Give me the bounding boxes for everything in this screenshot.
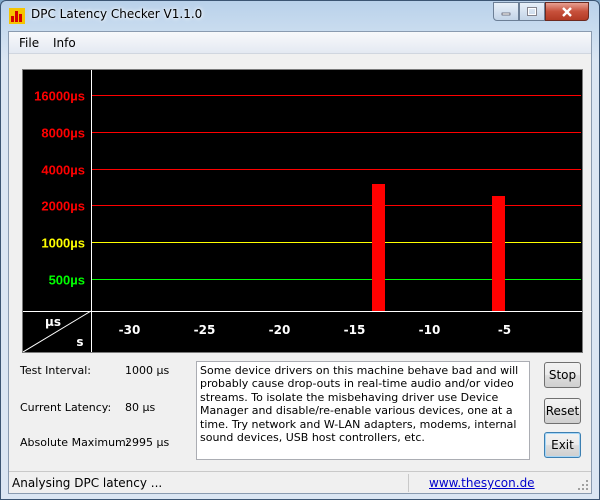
latency-chart: 16000µs 8000µs 4000µs 2000µs 1000µs 500µs µs s -… (22, 69, 583, 353)
y-tick-label: 500µs (49, 273, 85, 288)
latency-chart-svg: 16000µs 8000µs 4000µs 2000µs 1000µs 500µs µs s -… (23, 70, 582, 352)
maximize-icon (527, 7, 537, 16)
status-divider (408, 474, 409, 492)
status-text: Analysing DPC latency ... (12, 476, 163, 490)
client-area: File Info 16000µs 8000µs 4000µs 2000µs 1000µ… (8, 31, 592, 494)
latency-bar (492, 196, 505, 311)
window-title: DPC Latency Checker V1.1.0 (31, 7, 203, 21)
x-tick-label: -20 (269, 323, 291, 337)
x-tick-label: -10 (419, 323, 441, 337)
status-bar: Analysing DPC latency ... www.thesycon.d… (9, 471, 591, 493)
stop-button[interactable]: Stop (544, 362, 581, 388)
y-tick-label: 8000µs (41, 126, 85, 141)
reset-button[interactable]: Reset (544, 398, 581, 424)
app-window: DPC Latency Checker V1.1.0 File Info 160… (0, 0, 600, 500)
app-icon (9, 8, 25, 24)
description-text: Some device drivers on this machine beha… (196, 361, 530, 460)
absolute-maximum-value: 2995 µs (125, 436, 170, 449)
menu-bar: File Info (9, 32, 591, 54)
x-tick-label: -30 (119, 323, 141, 337)
x-unit-label: s (76, 335, 83, 349)
website-link[interactable]: www.thesycon.de (429, 476, 535, 490)
menu-info[interactable]: Info (53, 36, 76, 50)
minimize-icon (501, 12, 511, 15)
close-icon (562, 6, 572, 17)
minimize-button[interactable] (493, 2, 519, 21)
title-bar[interactable]: DPC Latency Checker V1.1.0 (1, 1, 599, 30)
y-tick-label: 4000µs (41, 163, 85, 178)
maximize-button[interactable] (519, 2, 545, 21)
menu-file[interactable]: File (19, 36, 39, 50)
current-latency-label: Current Latency: (20, 401, 112, 414)
y-tick-label: 16000µs (34, 89, 85, 104)
resize-grip-icon[interactable] (577, 479, 589, 491)
test-interval-value: 1000 µs (125, 364, 170, 377)
x-tick-label: -5 (498, 323, 511, 337)
x-tick-label: -25 (194, 323, 216, 337)
close-button[interactable] (545, 2, 589, 21)
y-tick-label: 1000µs (41, 236, 85, 251)
x-tick-label: -15 (344, 323, 366, 337)
current-latency-value: 80 µs (125, 401, 156, 414)
y-tick-label: 2000µs (41, 199, 85, 214)
absolute-maximum-label: Absolute Maximum: (20, 436, 130, 449)
latency-bar (372, 184, 385, 311)
y-unit-label: µs (45, 315, 61, 329)
test-interval-label: Test Interval: (20, 364, 91, 377)
exit-button[interactable]: Exit (544, 432, 581, 458)
